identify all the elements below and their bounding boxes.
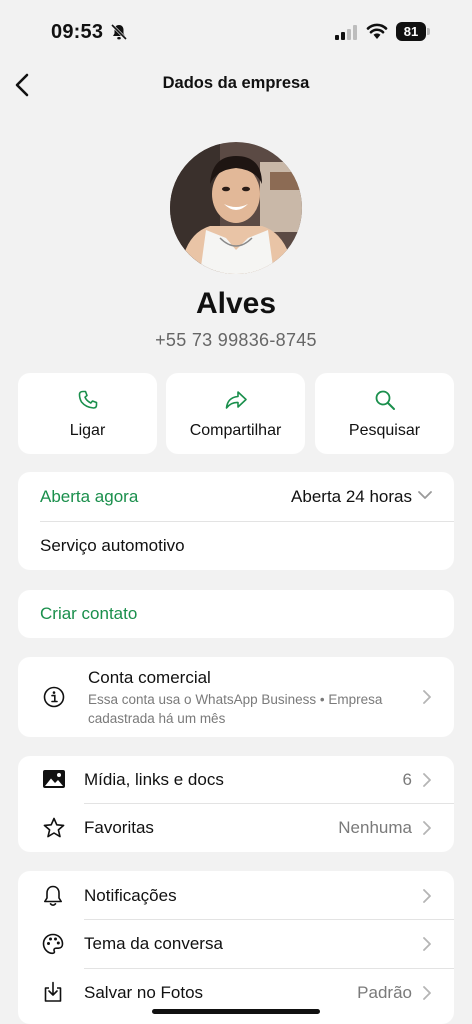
share-button-label: Compartilhar bbox=[189, 422, 282, 439]
chevron-down-icon bbox=[418, 491, 432, 499]
photo-icon bbox=[43, 770, 65, 788]
battery-tip bbox=[427, 28, 430, 35]
search-icon bbox=[375, 390, 395, 410]
favorites-label: Favoritas bbox=[84, 818, 154, 837]
phone-icon bbox=[78, 390, 97, 409]
business-account-card[interactable]: Conta comercial Essa conta usa o WhatsAp… bbox=[18, 657, 454, 737]
chat-theme-row[interactable]: Tema da conversa bbox=[18, 920, 454, 968]
battery-level: 81 bbox=[396, 22, 426, 41]
profile-name: Alves bbox=[195, 287, 277, 320]
download-icon bbox=[44, 981, 62, 1002]
open-status: Aberta agora bbox=[40, 487, 139, 506]
save-to-photos-value: Padrão bbox=[357, 983, 412, 1002]
chat-theme-label: Tema da conversa bbox=[84, 934, 223, 953]
avatar-photo bbox=[170, 142, 302, 274]
profile-avatar[interactable] bbox=[170, 142, 302, 274]
info-icon bbox=[43, 686, 65, 708]
palette-icon bbox=[42, 933, 64, 955]
media-count: 6 bbox=[402, 770, 412, 789]
bell-icon bbox=[44, 885, 62, 906]
business-account-subtitle-line2: cadastrada há um mês bbox=[88, 711, 226, 726]
settings-card: Notificações Tema da conversa Salvar no … bbox=[18, 871, 454, 1024]
home-indicator[interactable] bbox=[152, 1009, 320, 1014]
save-to-photos-label: Salvar no Fotos bbox=[84, 983, 204, 1002]
business-category: Serviço automotivo bbox=[40, 536, 185, 555]
share-button[interactable]: Compartilhar bbox=[166, 373, 305, 454]
hours-row[interactable]: Aberta agora Aberta 24 horas bbox=[18, 472, 454, 520]
notifications-label: Notificações bbox=[84, 886, 177, 905]
favorites-value: Nenhuma bbox=[338, 818, 412, 837]
navigation-bar: Dados da empresa bbox=[0, 64, 472, 108]
search-button-label: Pesquisar bbox=[348, 422, 421, 439]
create-contact-button[interactable]: Criar contato bbox=[40, 604, 137, 624]
call-button[interactable]: Ligar bbox=[18, 373, 157, 454]
chevron-right-icon bbox=[423, 889, 431, 903]
media-links-docs-label: Mídia, links e docs bbox=[84, 770, 224, 789]
chevron-right-icon bbox=[423, 773, 431, 787]
notifications-row[interactable]: Notificações bbox=[18, 871, 454, 919]
search-button[interactable]: Pesquisar bbox=[315, 373, 454, 454]
business-account-title: Conta comercial bbox=[88, 668, 211, 687]
chevron-right-icon bbox=[423, 690, 431, 704]
chevron-right-icon bbox=[423, 937, 431, 951]
chevron-right-icon bbox=[423, 986, 431, 1000]
profile-phone: +55 73 99836-8745 bbox=[155, 330, 317, 350]
wifi-icon bbox=[366, 23, 388, 39]
call-button-label: Ligar bbox=[69, 422, 106, 439]
page-title: Dados da empresa bbox=[162, 74, 310, 92]
business-account-subtitle-line1: Essa conta usa o WhatsApp Business • Emp… bbox=[88, 692, 383, 707]
favorites-row[interactable]: Favoritas Nenhuma bbox=[18, 804, 454, 852]
media-card: Mídia, links e docs 6 Favoritas Nenhuma bbox=[18, 756, 454, 852]
media-links-docs-row[interactable]: Mídia, links e docs 6 bbox=[18, 756, 454, 804]
hours-value: Aberta 24 horas bbox=[291, 487, 412, 506]
battery-indicator: 81 bbox=[396, 22, 430, 41]
bell-muted-icon bbox=[110, 23, 128, 41]
status-time: 09:53 bbox=[51, 21, 104, 43]
chevron-right-icon bbox=[423, 821, 431, 835]
signal-icon bbox=[335, 25, 357, 40]
category-row: Serviço automotivo bbox=[18, 522, 454, 570]
star-icon bbox=[43, 817, 65, 838]
share-icon bbox=[225, 391, 247, 409]
business-hours-card: Aberta agora Aberta 24 horas Serviço aut… bbox=[18, 472, 454, 570]
create-contact-card[interactable]: Criar contato bbox=[18, 590, 454, 638]
status-bar: 09:53 81 bbox=[0, 0, 472, 64]
